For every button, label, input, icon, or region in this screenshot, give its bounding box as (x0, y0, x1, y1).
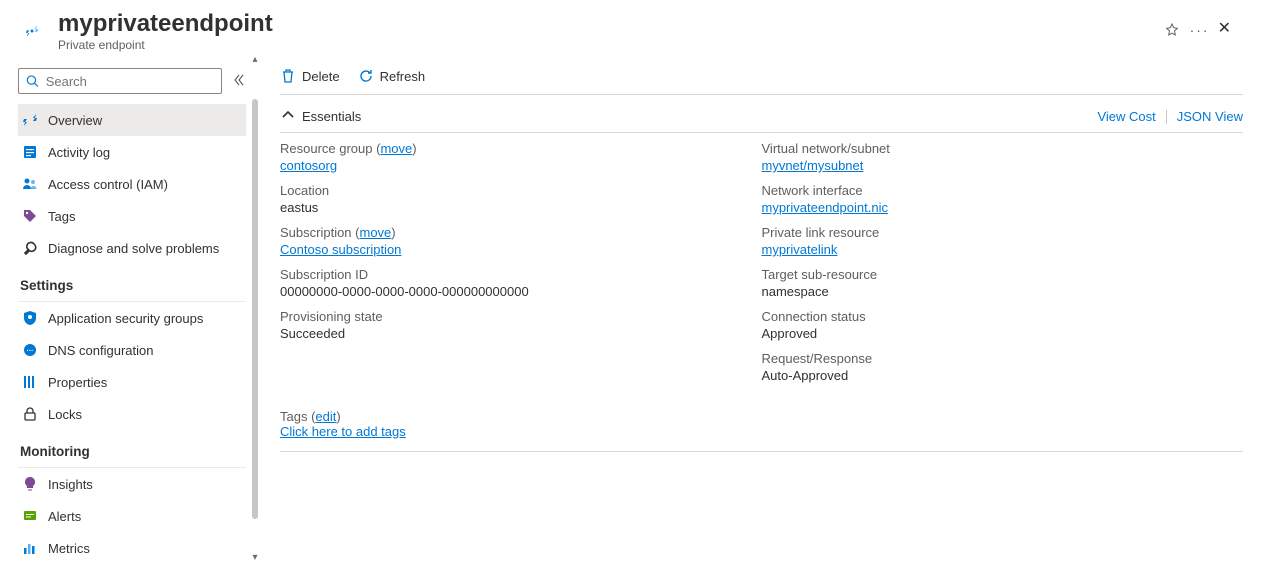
sidebar-item-metrics[interactable]: Metrics (18, 532, 246, 564)
prov-value: Succeeded (280, 326, 732, 341)
scroll-thumb[interactable] (252, 99, 258, 519)
sidebar-item-label: Locks (48, 407, 82, 422)
sidebar-item-label: Diagnose and solve problems (48, 241, 219, 256)
dns-icon: ··· (22, 342, 38, 358)
subid-value: 00000000-0000-0000-0000-000000000000 (280, 284, 732, 299)
rg-move-link[interactable]: move (380, 141, 412, 156)
essentials-toggle-icon[interactable] (280, 107, 296, 126)
search-input-wrapper[interactable] (18, 68, 222, 94)
tsr-label: Target sub-resource (762, 267, 1214, 282)
overview-icon (22, 112, 38, 128)
delete-button[interactable]: Delete (280, 68, 340, 84)
sidebar-item-label: Activity log (48, 145, 110, 160)
page-subtitle: Private endpoint (58, 38, 1146, 52)
location-value: eastus (280, 200, 732, 215)
metrics-icon (22, 540, 38, 556)
sub-move-link[interactable]: move (360, 225, 392, 240)
subid-label: Subscription ID (280, 267, 732, 282)
location-label: Location (280, 183, 732, 198)
delete-label: Delete (302, 69, 340, 84)
rr-value: Auto-Approved (762, 368, 1214, 383)
sidebar-scrollbar[interactable]: ▴ ▾ (250, 52, 260, 565)
private-endpoint-icon (18, 17, 46, 45)
divider (1166, 110, 1167, 124)
sidebar-item-insights[interactable]: Insights (18, 468, 246, 500)
subscription-label: Subscription (move) (280, 225, 732, 240)
sidebar-item-diagnose[interactable]: Diagnose and solve problems (18, 232, 246, 264)
sidebar-item-overview[interactable]: Overview (18, 104, 246, 136)
conn-value: Approved (762, 326, 1214, 341)
section-settings: Settings (18, 264, 246, 299)
sidebar-item-alerts[interactable]: Alerts (18, 500, 246, 532)
svg-text:···: ··· (27, 348, 34, 355)
iam-icon (22, 176, 38, 192)
tags-label: Tags (edit) (280, 409, 1243, 424)
sidebar-item-tags[interactable]: Tags (18, 200, 246, 232)
properties-icon (22, 374, 38, 390)
rr-label: Request/Response (762, 351, 1214, 366)
vnet-label: Virtual network/subnet (762, 141, 1214, 156)
nic-label: Network interface (762, 183, 1214, 198)
prov-label: Provisioning state (280, 309, 732, 324)
sidebar-item-label: Overview (48, 113, 102, 128)
sidebar-item-label: Alerts (48, 509, 81, 524)
add-tags-link[interactable]: Click here to add tags (280, 424, 406, 439)
nic-link[interactable]: myprivateendpoint.nic (762, 200, 888, 215)
sidebar-item-label: DNS configuration (48, 343, 154, 358)
scroll-up-icon[interactable]: ▴ (252, 52, 257, 67)
sidebar-item-asg[interactable]: Application security groups (18, 302, 246, 334)
tags-edit-link[interactable]: edit (315, 409, 336, 424)
json-view-link[interactable]: JSON View (1177, 109, 1243, 124)
refresh-button[interactable]: Refresh (358, 68, 426, 84)
plr-label: Private link resource (762, 225, 1214, 240)
sidebar-item-label: Metrics (48, 541, 90, 556)
sidebar-item-locks[interactable]: Locks (18, 398, 246, 430)
more-icon[interactable]: ··· (1190, 22, 1210, 41)
sidebar-item-properties[interactable]: Properties (18, 366, 246, 398)
insights-icon (22, 476, 38, 492)
sidebar-item-label: Tags (48, 209, 75, 224)
refresh-label: Refresh (380, 69, 426, 84)
plr-link[interactable]: myprivatelink (762, 242, 838, 257)
search-icon (25, 73, 40, 89)
diagnose-icon (22, 240, 38, 256)
conn-label: Connection status (762, 309, 1214, 324)
vnet-link[interactable]: myvnet/mysubnet (762, 158, 864, 173)
shield-icon (22, 310, 38, 326)
search-input[interactable] (40, 74, 215, 89)
favorite-icon[interactable] (1164, 22, 1180, 41)
alerts-icon (22, 508, 38, 524)
tags-icon (22, 208, 38, 224)
rg-link[interactable]: contosorg (280, 158, 337, 173)
sidebar-item-activity-log[interactable]: Activity log (18, 136, 246, 168)
sidebar-item-label: Application security groups (48, 311, 203, 326)
sidebar-item-label: Insights (48, 477, 93, 492)
scroll-down-icon[interactable]: ▾ (252, 550, 257, 565)
close-button[interactable]: ✕ (1210, 14, 1239, 42)
essentials-label: Essentials (302, 109, 361, 124)
subscription-link[interactable]: Contoso subscription (280, 242, 401, 257)
sidebar-item-label: Access control (IAM) (48, 177, 168, 192)
tsr-value: namespace (762, 284, 1214, 299)
sidebar-item-label: Properties (48, 375, 107, 390)
view-cost-link[interactable]: View Cost (1097, 109, 1155, 124)
page-title: myprivateendpoint (58, 10, 1146, 38)
section-monitoring: Monitoring (18, 430, 246, 465)
lock-icon (22, 406, 38, 422)
sidebar-item-iam[interactable]: Access control (IAM) (18, 168, 246, 200)
rg-label: Resource group (move) (280, 141, 732, 156)
sidebar-item-dns[interactable]: ··· DNS configuration (18, 334, 246, 366)
collapse-sidebar-icon[interactable] (230, 72, 246, 91)
activity-log-icon (22, 144, 38, 160)
